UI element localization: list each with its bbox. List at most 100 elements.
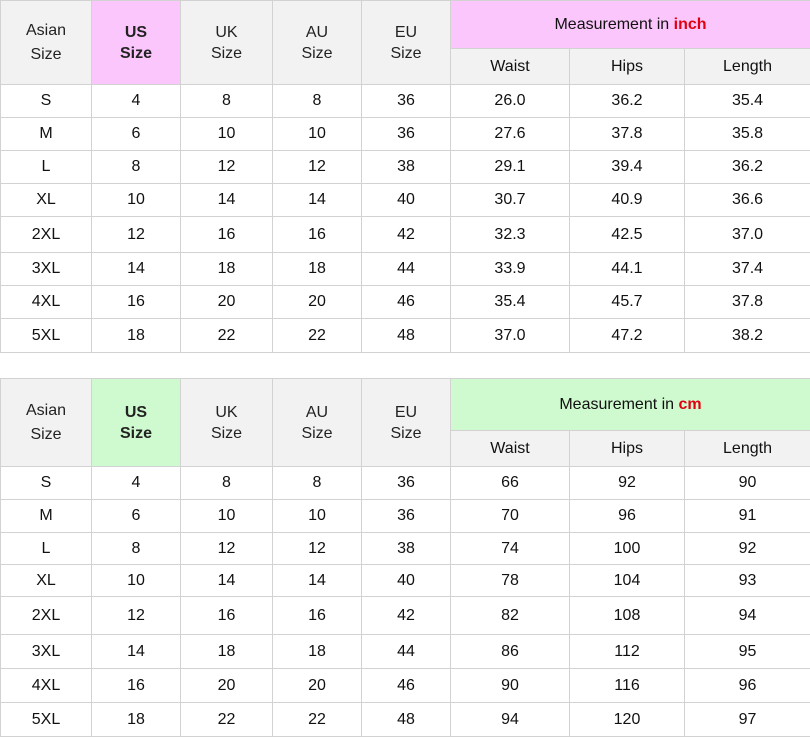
hips-cell: 36.2: [569, 84, 685, 118]
uk-size-cell: 8: [180, 84, 273, 118]
us-size-cell: 14: [91, 634, 181, 669]
length-cell: 37.0: [683, 216, 810, 253]
eu-size-cell: 48: [361, 318, 451, 353]
waist-header: Waist: [450, 48, 570, 85]
table-row: XL 10 14 14 40 78 104 93: [0, 564, 810, 597]
hips-cell: 116: [569, 668, 685, 703]
table-row: S 4 8 8 36 66 92 90: [0, 466, 810, 500]
table-row: 4XL 16 20 20 46 90 116 96: [0, 668, 810, 703]
table-row: S 4 8 8 36 26.0 36.2 35.4: [0, 84, 810, 118]
hips-cell: 42.5: [569, 216, 685, 253]
length-cell: 97: [684, 702, 810, 737]
asian-size-header: Asian Size: [0, 378, 92, 467]
us-size-cell: 18: [91, 702, 181, 737]
length-header: Length: [683, 48, 810, 85]
au-size-cell: 22: [272, 702, 362, 737]
waist-cell: 26.0: [450, 84, 570, 118]
measurement-unit: inch: [673, 15, 707, 33]
eu-size-cell: 38: [361, 532, 451, 565]
us-size-cell: 12: [91, 596, 181, 635]
hips-cell: 120: [569, 702, 685, 737]
cm-table-body: S 4 8 8 36 66 92 90 M 6 10 10 36 70 96 91 L 8 12 12 38 74 100 9…: [0, 466, 810, 737]
length-cell: 37.8: [683, 285, 810, 319]
table-row: M 6 10 10 36 70 96 91: [0, 499, 810, 533]
uk-size-cell: 22: [180, 702, 273, 737]
asian-size-cell: 3XL: [0, 252, 92, 286]
us-size-cell: 18: [91, 318, 181, 353]
uk-size-header-line2: Size: [210, 424, 243, 442]
eu-size-cell: 36: [361, 84, 451, 118]
asian-size-header-line1: Asian: [25, 401, 67, 419]
au-size-header-line1: AU: [305, 403, 329, 421]
length-cell: 96: [684, 668, 810, 703]
eu-size-cell: 44: [361, 252, 451, 286]
length-cell: 35.4: [683, 84, 810, 118]
au-size-cell: 20: [272, 668, 362, 703]
hips-cell: 104: [569, 564, 685, 597]
table-row: 3XL 14 18 18 44 33.9 44.1 37.4: [0, 252, 810, 286]
waist-cell: 90: [450, 668, 570, 703]
au-size-cell: 12: [272, 532, 362, 565]
hips-cell: 108: [569, 596, 685, 635]
hips-header: Hips: [569, 430, 685, 467]
au-size-header: AU Size: [272, 378, 362, 467]
table-row: L 8 12 12 38 29.1 39.4 36.2: [0, 150, 810, 184]
waist-cell: 94: [450, 702, 570, 737]
waist-cell: 30.7: [450, 183, 570, 217]
eu-size-cell: 40: [361, 564, 451, 597]
eu-size-header-line2: Size: [390, 44, 422, 62]
au-size-cell: 8: [272, 466, 362, 500]
us-size-cell: 10: [91, 183, 181, 217]
length-cell: 37.4: [683, 252, 810, 286]
hips-cell: 112: [569, 634, 685, 669]
asian-size-cell: M: [0, 117, 92, 151]
eu-size-cell: 36: [361, 466, 451, 500]
eu-size-cell: 38: [361, 150, 451, 184]
asian-size-cell: 5XL: [0, 702, 92, 737]
asian-size-header-line2: Size: [30, 45, 62, 63]
uk-size-cell: 16: [180, 216, 273, 253]
us-size-cell: 6: [91, 117, 181, 151]
length-cell: 93: [684, 564, 810, 597]
hips-cell: 45.7: [569, 285, 685, 319]
asian-size-cell: 2XL: [0, 596, 92, 635]
eu-size-cell: 36: [361, 117, 451, 151]
au-size-header-line2: Size: [301, 44, 333, 62]
us-size-header-line2: Size: [119, 44, 152, 62]
eu-size-header: EU Size: [361, 378, 451, 467]
au-size-cell: 8: [272, 84, 362, 118]
measurement-unit: cm: [678, 395, 702, 413]
au-size-header: AU Size: [272, 0, 362, 85]
asian-size-cell: L: [0, 150, 92, 184]
uk-size-cell: 20: [180, 668, 273, 703]
uk-size-cell: 12: [180, 150, 273, 184]
au-size-cell: 14: [272, 183, 362, 217]
measurement-prefix: Measurement in: [554, 15, 670, 33]
uk-size-cell: 20: [180, 285, 273, 319]
inch-table-body: S 4 8 8 36 26.0 36.2 35.4 M 6 10 10 36 27.6 37.8 35.8 L 8…: [0, 84, 810, 353]
hips-cell: 100: [569, 532, 685, 565]
asian-size-cell: S: [0, 466, 92, 500]
au-size-cell: 16: [272, 596, 362, 635]
asian-size-cell: 5XL: [0, 318, 92, 353]
waist-cell: 32.3: [450, 216, 570, 253]
eu-size-header: EU Size: [361, 0, 451, 85]
table-spacer: [0, 353, 810, 378]
table-row: 3XL 14 18 18 44 86 112 95: [0, 634, 810, 669]
waist-cell: 29.1: [450, 150, 570, 184]
us-size-cell: 8: [91, 532, 181, 565]
length-cell: 95: [684, 634, 810, 669]
us-size-header-line1: US: [124, 403, 148, 421]
eu-size-cell: 42: [361, 216, 451, 253]
size-chart-cm: Asian Size US Size UK Size AU Size EU Si…: [0, 378, 810, 737]
waist-cell: 74: [450, 532, 570, 565]
asian-size-cell: M: [0, 499, 92, 533]
hips-cell: 44.1: [569, 252, 685, 286]
us-size-cell: 6: [91, 499, 181, 533]
uk-size-cell: 22: [180, 318, 273, 353]
length-cell: 35.8: [683, 117, 810, 151]
eu-size-cell: 44: [361, 634, 451, 669]
uk-size-cell: 14: [180, 564, 273, 597]
length-header: Length: [684, 430, 810, 467]
au-size-cell: 16: [272, 216, 362, 253]
